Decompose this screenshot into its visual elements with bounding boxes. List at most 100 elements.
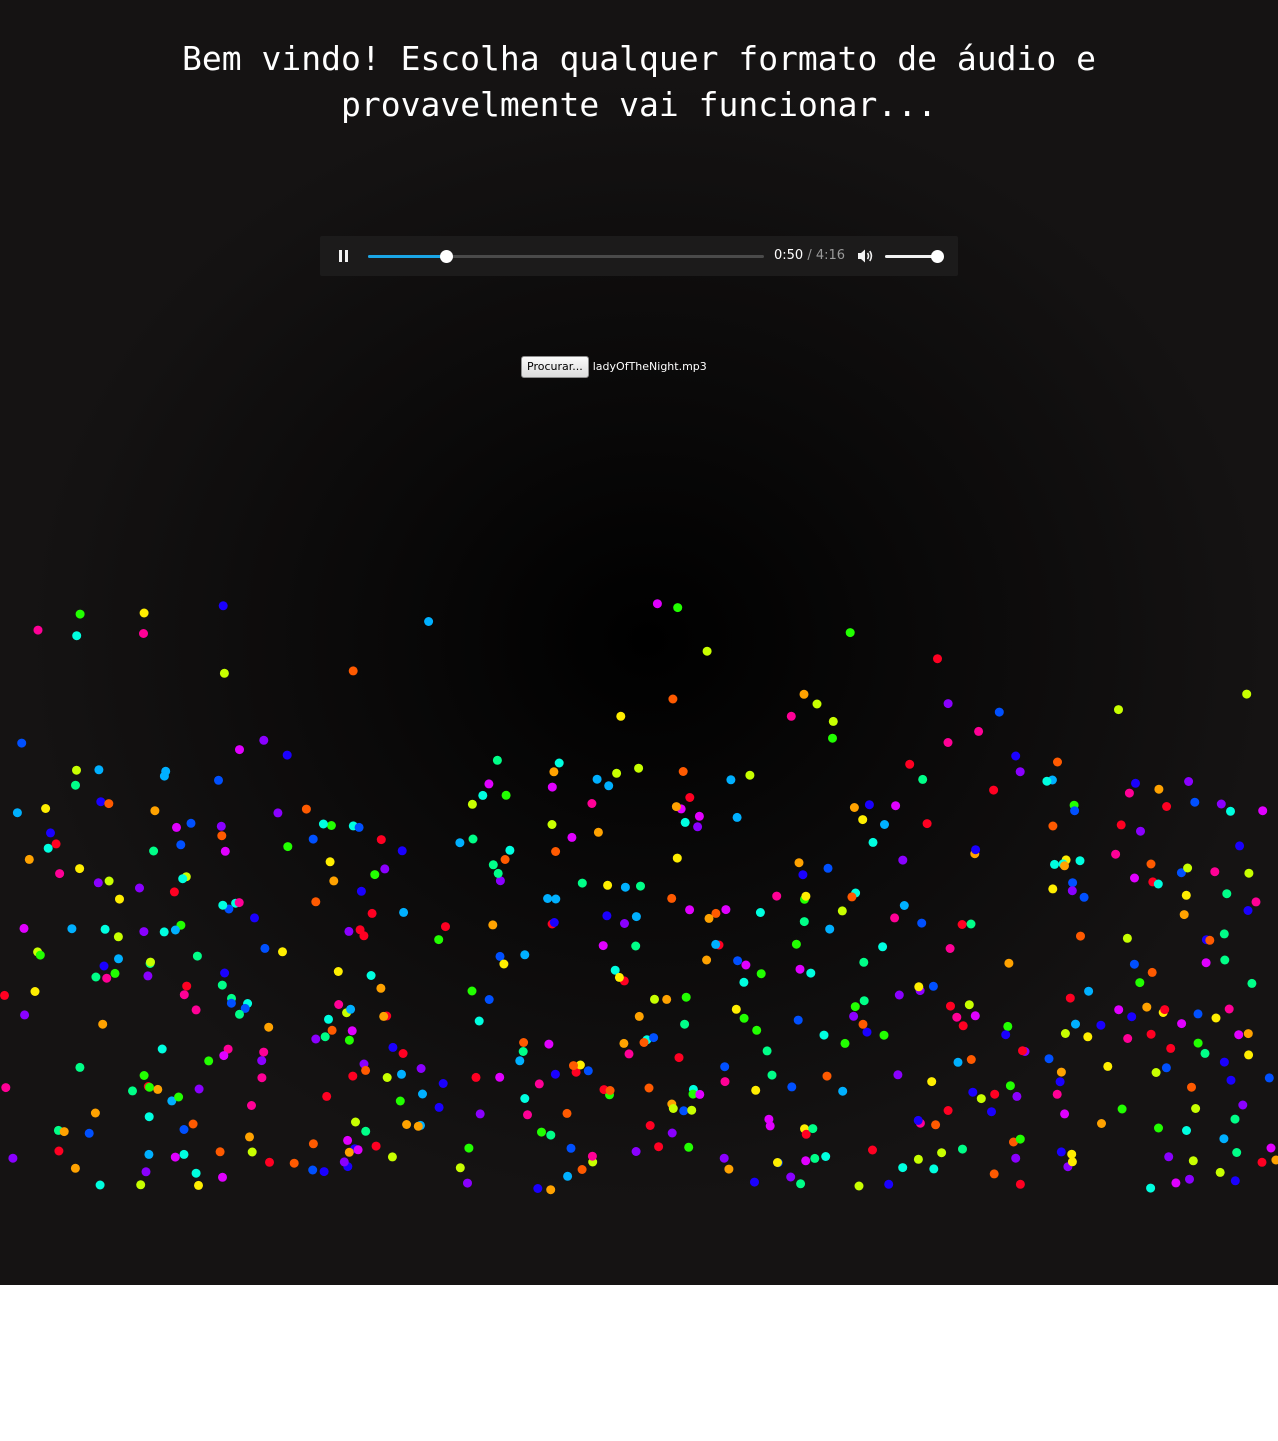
particle (808, 1124, 818, 1134)
particle (1258, 806, 1268, 816)
particle (139, 1071, 149, 1080)
particle (493, 868, 503, 878)
particle (346, 1004, 356, 1014)
particle (1060, 1029, 1070, 1038)
particle (438, 1079, 448, 1088)
particle (102, 973, 112, 983)
particle (1001, 1030, 1011, 1040)
particle (631, 1147, 641, 1156)
particle (1018, 1046, 1027, 1056)
particle (913, 1154, 923, 1164)
particle (282, 750, 292, 760)
particle (1243, 906, 1253, 915)
particle (821, 1152, 831, 1161)
particle (278, 947, 287, 957)
particle (1050, 859, 1059, 869)
particle (94, 765, 104, 775)
particle (602, 911, 612, 921)
particle (612, 768, 622, 778)
particle (145, 1082, 154, 1092)
audio-visualizer (0, 599, 1278, 1195)
particle (1191, 1104, 1201, 1113)
particle (475, 1109, 485, 1119)
particle (1067, 886, 1077, 896)
particle (1, 1083, 11, 1093)
particle (257, 1073, 267, 1083)
particle (812, 699, 822, 709)
particle (139, 629, 148, 638)
particle (1215, 1167, 1225, 1177)
particle (500, 855, 510, 864)
particle (519, 1038, 529, 1047)
particle (1183, 863, 1193, 873)
particle (1161, 1063, 1171, 1073)
particle (828, 716, 838, 726)
app-stage: Bem vindo! Escolha qualquer formato de á… (0, 0, 1278, 1285)
particle (990, 1089, 1000, 1099)
particle (859, 996, 869, 1006)
particle (468, 834, 478, 844)
particle (733, 956, 743, 966)
particle (858, 815, 868, 825)
particle (492, 755, 502, 765)
particle (899, 901, 909, 910)
particle (24, 854, 34, 864)
particle (1171, 1178, 1181, 1188)
particle (849, 803, 859, 812)
particle (1136, 826, 1145, 836)
particle (1232, 1148, 1242, 1157)
particle (170, 925, 180, 935)
particle (1226, 806, 1235, 816)
particle (551, 894, 561, 904)
particle (463, 1178, 472, 1188)
particle (1211, 1013, 1221, 1023)
particle (501, 790, 511, 800)
particle (953, 1057, 963, 1067)
particle (1200, 1048, 1210, 1058)
particle (587, 1151, 597, 1161)
particle (1015, 767, 1025, 777)
particle (598, 941, 608, 951)
particle (311, 897, 321, 907)
particle (1219, 929, 1229, 939)
particle (652, 599, 662, 609)
particle (347, 1026, 357, 1036)
particle (945, 944, 955, 953)
particle (668, 694, 678, 704)
particle (604, 781, 614, 791)
particle (1271, 1155, 1278, 1165)
particle (387, 1152, 397, 1162)
particle (631, 941, 641, 951)
particle (796, 1179, 806, 1189)
particle (1135, 978, 1145, 988)
particle (719, 1153, 729, 1163)
particle (499, 959, 509, 969)
particle (684, 1142, 694, 1152)
particle (819, 1030, 829, 1040)
particle (964, 1000, 974, 1010)
particle (772, 891, 782, 901)
particle (75, 1062, 85, 1072)
particle (235, 1009, 244, 1019)
particle (348, 1071, 358, 1081)
particle (67, 924, 77, 934)
particle (721, 905, 731, 915)
particle (376, 835, 386, 845)
particle (43, 843, 53, 853)
particle (931, 1120, 941, 1130)
particle (179, 1149, 189, 1159)
particle (95, 1180, 105, 1190)
particle (348, 666, 358, 676)
particle (194, 1084, 204, 1094)
particle (1076, 931, 1085, 941)
particle (218, 601, 228, 611)
particle (549, 767, 559, 777)
particle (1146, 1029, 1156, 1039)
particle (259, 1047, 269, 1057)
particle (546, 1185, 556, 1195)
particle (1162, 802, 1172, 811)
particle (1075, 856, 1085, 866)
particle (1219, 1134, 1229, 1144)
particle (30, 987, 40, 996)
particle (1164, 1152, 1174, 1162)
